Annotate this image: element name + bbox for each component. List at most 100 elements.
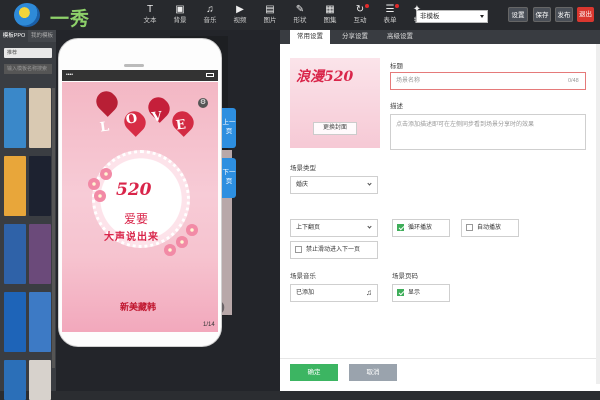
chevron-down-icon: [367, 181, 372, 186]
form-icon: ☰: [385, 4, 395, 15]
battery-icon: [206, 73, 214, 77]
scene-music-label: 场景音乐: [290, 273, 316, 280]
prev-page-button[interactable]: 上一页: [222, 108, 236, 148]
page-counter: 1/14: [203, 322, 215, 328]
music-note-icon: ♫: [366, 288, 372, 297]
page-settings-icon[interactable]: ⚙: [198, 98, 208, 108]
flower-decoration: [176, 236, 188, 248]
template-tabs: 模板PPO 我的模板: [0, 30, 56, 42]
template-thumbnail[interactable]: [29, 224, 51, 284]
auto-play-checkbox[interactable]: 自动播放: [461, 219, 519, 237]
confirm-button[interactable]: 确定: [290, 364, 338, 381]
love-letter: L: [99, 119, 111, 136]
save-button[interactable]: 保存: [533, 7, 551, 22]
video-icon: ▶: [236, 4, 244, 15]
title-input[interactable]: 场景名称: [390, 72, 586, 90]
tool-form-button[interactable]: ☰ 表单: [377, 4, 403, 28]
interact-icon: ↻: [355, 4, 365, 15]
scene-settings-panel: 常用设置 分享设置 高级设置 浪漫520 更换封面 标题 场景名称 0/48 描…: [280, 30, 600, 391]
love-letter: V: [151, 109, 164, 126]
love-letter: O: [125, 111, 139, 128]
description-textarea[interactable]: 点击添加描述即可在左侧同步看到场景分享时的效果: [390, 114, 586, 150]
background-icon: ▣: [175, 4, 185, 15]
tab-common-settings[interactable]: 常用设置: [290, 30, 330, 44]
change-cover-button[interactable]: 更换封面: [313, 122, 357, 135]
new-badge-icon: [365, 4, 369, 8]
flower-decoration: [186, 224, 198, 236]
template-thumbnail[interactable]: [29, 360, 51, 400]
page-code-label: 场景页码: [392, 273, 418, 280]
app-logo-icon: [14, 3, 40, 27]
settings-scrollbar[interactable]: [596, 44, 600, 384]
panel-divider: [280, 358, 600, 359]
tool-interact-button[interactable]: ↻ 互动: [347, 4, 373, 28]
tool-gallery-button[interactable]: ▦ 图集: [317, 4, 343, 28]
template-thumbnail[interactable]: [4, 156, 26, 216]
love-letter: E: [175, 117, 187, 134]
settings-tabs: 常用设置 分享设置 高级设置: [280, 30, 600, 44]
shape-icon: ✎: [295, 4, 305, 15]
template-thumbnail[interactable]: [4, 360, 26, 400]
preview-520-text: 520: [116, 180, 152, 200]
tool-text-button[interactable]: T 文本: [137, 4, 163, 28]
flower-decoration: [164, 244, 176, 256]
tool-video-button[interactable]: ▶ 视频: [227, 4, 253, 28]
checkbox-checked-icon: [397, 289, 404, 296]
text-icon: T: [146, 4, 154, 15]
publish-button[interactable]: 发布: [555, 7, 573, 22]
checkbox-icon: [295, 246, 302, 253]
tool-music-button[interactable]: ♫ 音乐: [197, 4, 223, 28]
preview-line1: 爱要: [124, 212, 149, 226]
tab-advanced-settings[interactable]: 高级设置: [380, 30, 420, 44]
template-search-input[interactable]: 输入模板名称搜索: [4, 64, 52, 74]
phone-status-bar: ••••: [62, 70, 218, 81]
tab-template-ppo[interactable]: 模板PPO: [0, 30, 28, 42]
flip-mode-select[interactable]: 上下翻页: [290, 219, 378, 237]
tab-share-settings[interactable]: 分享设置: [335, 30, 375, 44]
scene-type-label: 场景类型: [290, 165, 316, 172]
template-filter-select[interactable]: 推荐: [4, 48, 52, 58]
exit-button[interactable]: 退出: [577, 7, 594, 22]
app-logo-text: 一秀: [50, 8, 91, 30]
chevron-down-icon: [367, 224, 372, 229]
description-label: 描述: [390, 103, 403, 110]
phone-speaker: [124, 64, 144, 67]
disable-swipe-checkbox[interactable]: 禁止滑动进入下一页: [290, 241, 378, 259]
brand-logo: 新美藏韩: [120, 302, 157, 312]
template-thumbnail[interactable]: [4, 224, 26, 284]
settings-button[interactable]: 设置: [508, 7, 528, 22]
gallery-icon: ▦: [325, 4, 335, 15]
image-icon: ▤: [265, 4, 275, 15]
template-thumbnail[interactable]: [29, 88, 51, 148]
next-page-button[interactable]: 下一页: [222, 158, 236, 198]
top-toolbar: 一秀 T文本 ▣背景 ♫音乐 ▶视频 ▤图片 ✎形状 ▦图集 ↻互动 ☰表单 ✦…: [0, 0, 600, 30]
tool-shape-button[interactable]: ✎ 形状: [287, 4, 313, 28]
cover-title-text: 浪漫520: [296, 69, 354, 85]
template-thumbnail[interactable]: [4, 292, 26, 352]
new-badge-icon: [395, 4, 399, 8]
template-thumbnail[interactable]: [29, 292, 51, 352]
checkbox-checked-icon: [397, 224, 404, 231]
template-thumbnail[interactable]: [29, 156, 51, 216]
title-label: 标题: [390, 63, 403, 70]
template-thumbnail[interactable]: [4, 88, 26, 148]
title-char-count: 0/48: [568, 78, 579, 84]
music-icon: ♫: [206, 4, 214, 15]
flower-decoration: [100, 168, 112, 180]
flower-decoration: [88, 178, 100, 190]
flower-decoration: [94, 190, 106, 202]
preview-line2: 大声说出来: [104, 232, 159, 243]
tab-my-templates[interactable]: 我的模板: [28, 30, 56, 42]
checkbox-icon: [466, 224, 473, 231]
template-scrollbar[interactable]: [52, 88, 55, 368]
show-page-code-checkbox[interactable]: 显示: [392, 284, 450, 302]
loop-play-checkbox[interactable]: 循环播放: [392, 219, 450, 237]
tool-image-button[interactable]: ▤ 图片: [257, 4, 283, 28]
template-select[interactable]: 非模板: [416, 10, 488, 23]
cover-image[interactable]: 浪漫520 更换封面: [290, 58, 380, 148]
scene-type-select[interactable]: 婚庆: [290, 176, 378, 194]
chevron-down-icon: [480, 15, 484, 18]
cancel-button[interactable]: 取消: [349, 364, 397, 381]
scene-music-field[interactable]: 已添加 ♫: [290, 284, 378, 302]
tool-background-button[interactable]: ▣ 背景: [167, 4, 193, 28]
